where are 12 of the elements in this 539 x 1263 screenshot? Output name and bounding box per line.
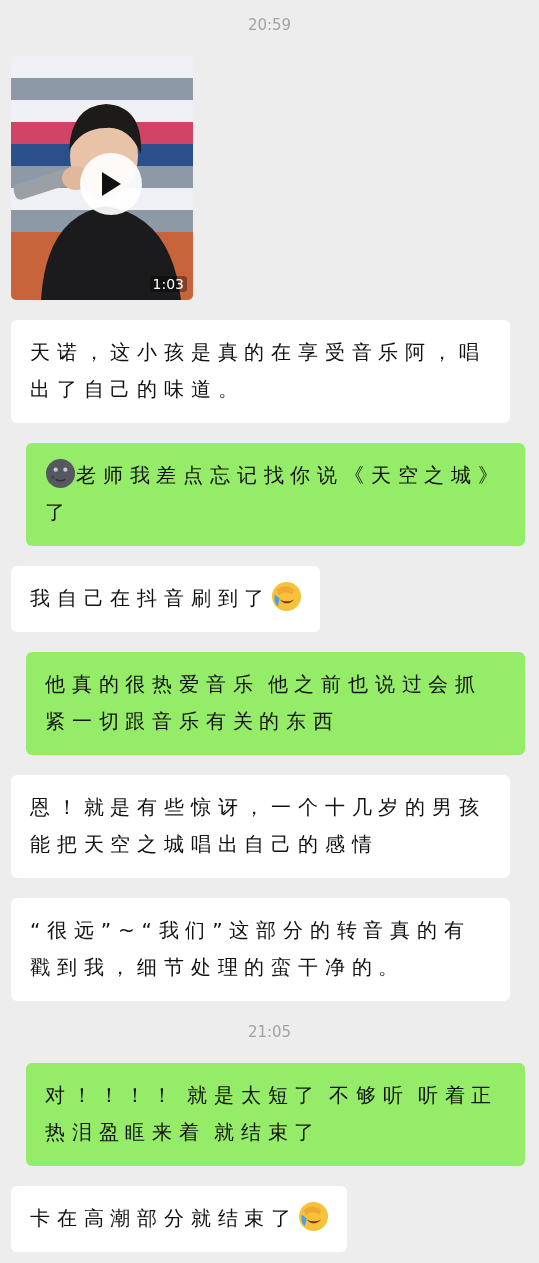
message-text: 天诺，这小孩是真的在享受音乐阿，唱出了自己的味道。 (30, 340, 486, 401)
timestamp: 20:59 (247, 16, 292, 34)
video-message[interactable]: 1:03 (11, 56, 193, 300)
timestamp: 21:05 (247, 1023, 292, 1041)
message-text: 老师我差点忘记找你说《天空之城》了 (45, 463, 505, 524)
message-text: 对！！！！ 就是太短了 不够听 听着正热泪盈眶来着 就结束了 (45, 1083, 499, 1144)
message-text: 他真的很热爱音乐 他之前也说过会抓紧一切跟音乐有关的东西 (45, 672, 482, 733)
message-text: 卡在高潮部分就结束了 (30, 1206, 298, 1230)
message-text: 我自己在抖音刷到了 (30, 586, 272, 610)
video-duration: 1:03 (149, 276, 187, 292)
message-text: 恩！就是有些惊讶，一个十几岁的男孩能把天空之城唱出自己的感情 (30, 795, 486, 856)
message-text: “很远”~“我们”这部分的转音真的有戳到我，细节处理的蛮干净的。 (30, 918, 471, 979)
